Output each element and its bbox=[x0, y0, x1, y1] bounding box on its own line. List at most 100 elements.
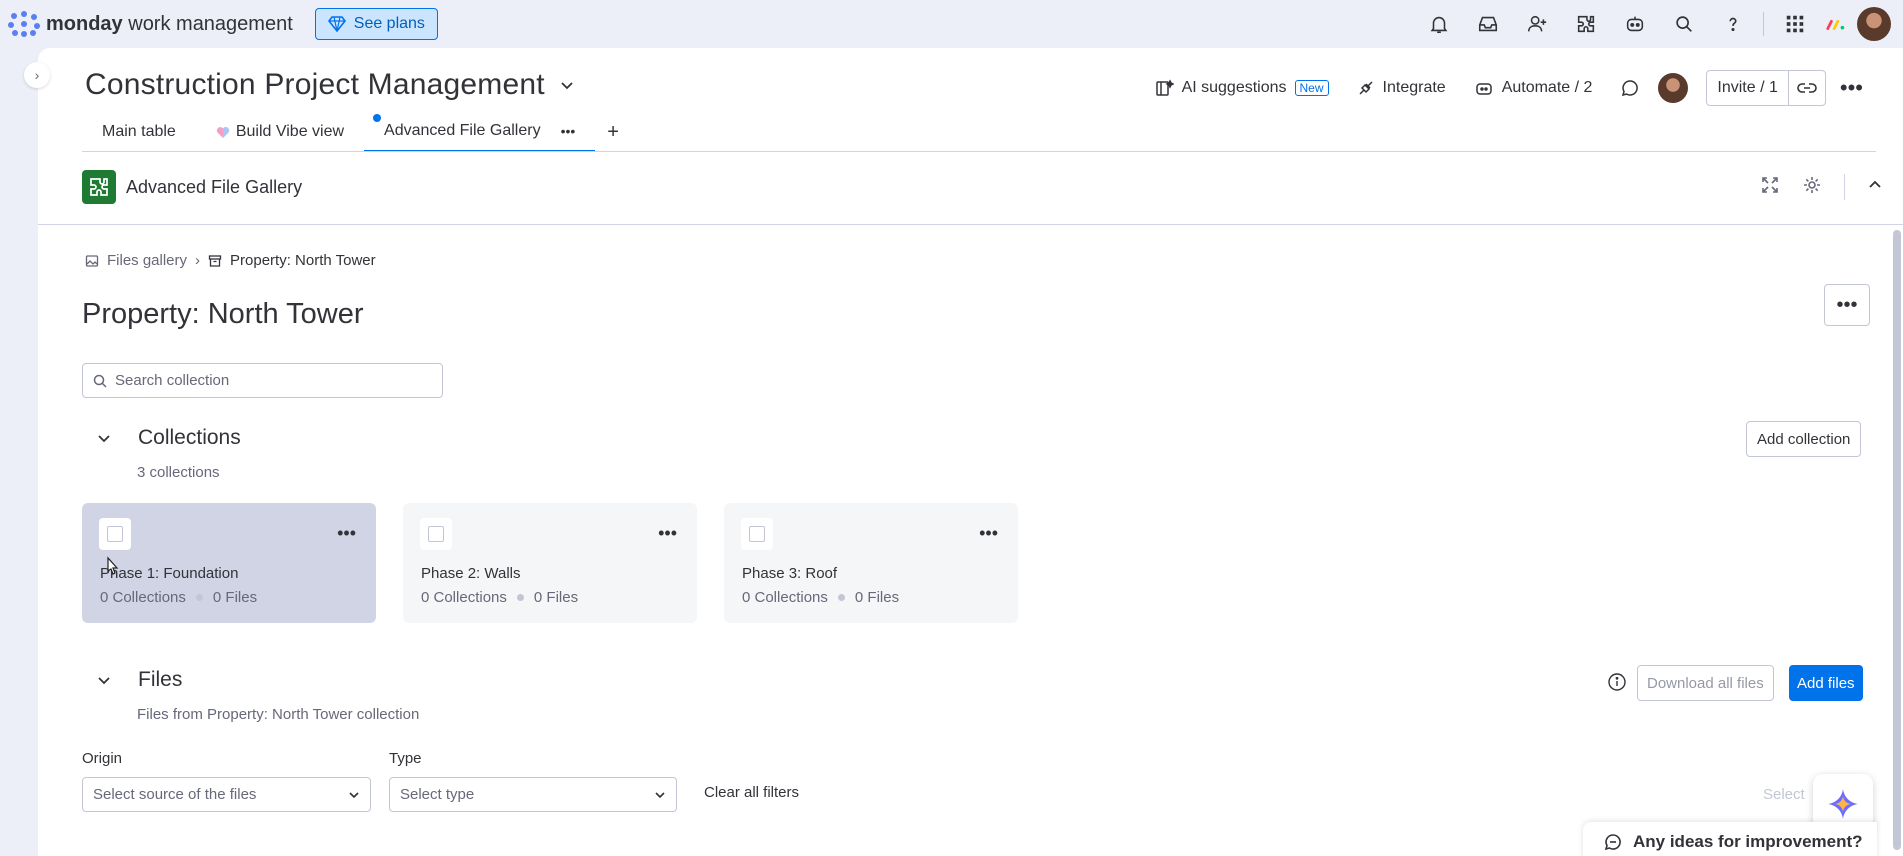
clear-all-filters-link[interactable]: Clear all filters bbox=[704, 784, 799, 801]
board-owner-avatar[interactable] bbox=[1658, 73, 1689, 103]
card-more-icon[interactable]: ••• bbox=[979, 523, 998, 544]
add-files-button[interactable]: Add files bbox=[1789, 665, 1863, 701]
separator-dot-icon bbox=[195, 594, 203, 601]
files-heading: Files bbox=[138, 668, 183, 691]
monday-logo[interactable]: monday work management bbox=[8, 11, 293, 37]
collection-checkbox[interactable] bbox=[99, 518, 131, 550]
chevron-right-icon: › bbox=[34, 67, 40, 83]
apps-icon[interactable] bbox=[1561, 0, 1610, 48]
files-header: Files bbox=[96, 668, 182, 692]
heart-icon bbox=[216, 126, 229, 138]
see-plans-button[interactable]: See plans bbox=[314, 8, 438, 40]
collapse-files-icon[interactable] bbox=[96, 672, 112, 688]
tab-advanced-file-gallery[interactable]: Advanced File Gallery ••• bbox=[364, 112, 596, 152]
monday-logo-icon bbox=[8, 11, 40, 37]
monday-mark-icon bbox=[1819, 0, 1853, 48]
files-subtitle: Files from Property: North Tower collect… bbox=[137, 706, 420, 723]
collection-meta: 0 Collections 0 Files bbox=[421, 589, 579, 606]
top-bar: monday work management See plans bbox=[0, 0, 1903, 48]
new-badge: New bbox=[1294, 80, 1329, 96]
help-icon[interactable] bbox=[1708, 0, 1757, 48]
brand-name: monday work management bbox=[46, 12, 293, 35]
collection-card[interactable]: ••• Phase 3: Roof 0 Collections 0 Files bbox=[724, 503, 1018, 623]
search-icon bbox=[93, 374, 107, 388]
collection-card[interactable]: ••• Phase 2: Walls 0 Collections 0 Files bbox=[403, 503, 697, 623]
breadcrumb-files-gallery[interactable]: Files gallery bbox=[107, 252, 187, 269]
search-collection-input[interactable]: Search collection bbox=[82, 363, 443, 398]
chevron-down-icon bbox=[349, 791, 359, 798]
collapse-collections-icon[interactable] bbox=[96, 430, 112, 446]
user-avatar[interactable] bbox=[1857, 7, 1891, 41]
tab-options-icon[interactable]: ••• bbox=[561, 123, 576, 139]
main-panel bbox=[38, 48, 1903, 856]
updates-button[interactable] bbox=[1606, 78, 1654, 98]
tab-main-table[interactable]: Main table bbox=[82, 112, 196, 152]
feedback-bar[interactable]: Any ideas for improvement? bbox=[1583, 822, 1877, 856]
separator-dot-icon bbox=[837, 594, 845, 601]
board-more-icon[interactable]: ••• bbox=[1826, 75, 1863, 101]
page-more-options-button[interactable]: ••• bbox=[1824, 284, 1870, 326]
expand-sidebar-button[interactable]: › bbox=[24, 62, 50, 88]
add-collection-button[interactable]: Add collection bbox=[1746, 421, 1862, 457]
download-all-files-button[interactable]: Download all files bbox=[1637, 665, 1774, 701]
card-more-icon[interactable]: ••• bbox=[658, 523, 677, 544]
invite-user-icon[interactable] bbox=[1512, 0, 1561, 48]
origin-select[interactable]: Select source of the files bbox=[82, 777, 371, 812]
inbox-icon[interactable] bbox=[1463, 0, 1512, 48]
collection-checkbox[interactable] bbox=[420, 518, 452, 550]
type-label: Type bbox=[389, 750, 422, 767]
puzzle-icon bbox=[82, 170, 116, 204]
collection-box-icon bbox=[208, 254, 222, 267]
sparkle-icon bbox=[1828, 789, 1858, 819]
app-name: Advanced File Gallery bbox=[126, 176, 303, 197]
collection-meta: 0 Collections 0 Files bbox=[742, 589, 900, 606]
collapse-chevron-up-icon[interactable] bbox=[1867, 177, 1883, 198]
invite-button[interactable]: Invite / 1 bbox=[1706, 70, 1826, 106]
page-title: Property: North Tower bbox=[82, 298, 364, 330]
chevron-down-icon bbox=[655, 791, 665, 798]
info-icon[interactable] bbox=[1607, 672, 1627, 692]
search-placeholder: Search collection bbox=[115, 372, 230, 389]
robot-icon bbox=[1475, 83, 1492, 95]
vertical-scrollbar[interactable] bbox=[1893, 230, 1901, 850]
collection-card[interactable]: ••• Phase 1: Foundation 0 Collections 0 F… bbox=[82, 503, 376, 623]
integrate-icon bbox=[1359, 81, 1373, 95]
collection-checkbox[interactable] bbox=[741, 518, 773, 550]
chevron-down-icon[interactable] bbox=[559, 77, 575, 93]
collection-name: Phase 3: Roof bbox=[742, 565, 838, 582]
gallery-icon bbox=[85, 254, 99, 267]
type-select[interactable]: Select type bbox=[389, 777, 677, 812]
grid-menu-icon[interactable] bbox=[1770, 0, 1819, 48]
fullscreen-icon[interactable] bbox=[1760, 175, 1780, 200]
ai-suggestions-icon bbox=[1155, 79, 1174, 96]
bell-icon[interactable] bbox=[1414, 0, 1463, 48]
breadcrumb-current: Property: North Tower bbox=[230, 252, 376, 269]
ai-bot-icon[interactable] bbox=[1610, 0, 1659, 48]
search-icon[interactable] bbox=[1659, 0, 1708, 48]
tab-build-vibe-view[interactable]: Build Vibe view bbox=[196, 112, 364, 152]
origin-label: Origin bbox=[82, 750, 123, 767]
mouse-cursor-icon bbox=[107, 556, 119, 575]
chat-bubble-icon bbox=[1622, 80, 1639, 97]
settings-gear-icon[interactable] bbox=[1802, 175, 1822, 200]
collections-count: 3 collections bbox=[137, 464, 220, 481]
card-more-icon[interactable]: ••• bbox=[337, 523, 356, 544]
breadcrumb: Files gallery › Property: North Tower bbox=[85, 252, 376, 269]
collection-name: Phase 2: Walls bbox=[421, 565, 521, 582]
collections-header: Collections bbox=[96, 426, 241, 450]
app-header-divider bbox=[38, 224, 1903, 225]
copy-link-icon[interactable] bbox=[1787, 71, 1825, 105]
select-files-button[interactable]: Select bbox=[1763, 786, 1805, 803]
separator-dot-icon bbox=[516, 594, 524, 601]
ai-suggestions-button[interactable]: AI suggestions New bbox=[1140, 78, 1343, 98]
add-view-button[interactable]: + bbox=[595, 112, 631, 152]
collection-meta: 0 Collections 0 Files bbox=[100, 589, 258, 606]
board-title[interactable]: Construction Project Management bbox=[85, 68, 575, 102]
integrate-button[interactable]: Integrate bbox=[1343, 79, 1460, 97]
automate-button[interactable]: Automate / 2 bbox=[1460, 79, 1607, 97]
more-dots-icon: ••• bbox=[1836, 293, 1858, 316]
collections-heading: Collections bbox=[138, 426, 241, 449]
tabs-divider bbox=[82, 151, 1876, 152]
feedback-chat-icon bbox=[1604, 834, 1621, 851]
diamond-icon bbox=[327, 16, 346, 32]
